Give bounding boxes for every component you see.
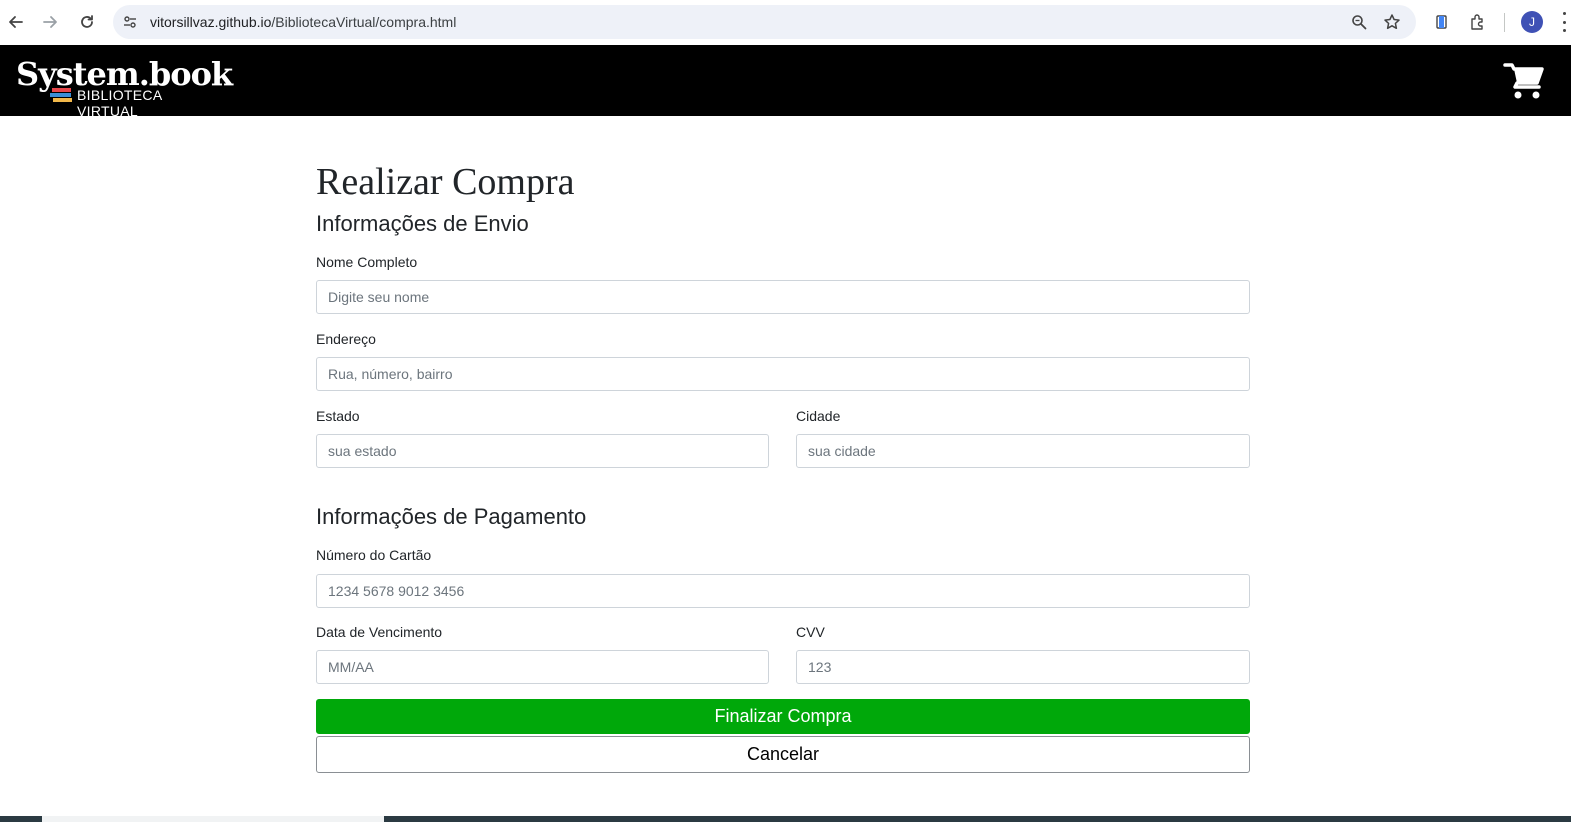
zoom-icon[interactable] [1349,12,1369,32]
browser-toolbar: vitorsillvaz.github.io/BibliotecaVirtual… [0,0,1571,45]
cart-icon[interactable] [1503,61,1547,101]
logo-subtitle: BIBLIOTECA VIRTUAL [77,87,162,119]
card-number-input[interactable] [316,574,1250,608]
forward-icon[interactable] [38,10,62,34]
logo-title: System.book [16,55,233,93]
cvv-label: CVV [796,624,825,640]
address-label: Endereço [316,331,376,347]
site-settings-icon[interactable] [120,12,140,32]
cancel-button[interactable]: Cancelar [316,736,1250,773]
card-number-label: Número do Cartão [316,547,432,563]
profile-avatar[interactable]: J [1521,11,1543,33]
city-input[interactable] [796,434,1250,468]
reading-list-icon[interactable] [1430,10,1454,34]
site-header: System.book BIBLIOTECA VIRTUAL [0,45,1571,119]
bookmark-star-icon[interactable] [1382,12,1402,32]
name-label: Nome Completo [316,254,418,270]
expiry-input[interactable] [316,650,769,684]
expiry-label: Data de Vencimento [316,624,443,640]
state-label: Estado [316,408,360,424]
site-logo[interactable]: System.book BIBLIOTECA VIRTUAL [16,57,233,119]
payment-heading: Informações de Pagamento [316,504,587,529]
finalize-purchase-button[interactable]: Finalizar Compra [316,699,1250,734]
address-input[interactable] [316,357,1250,391]
shipping-heading: Informações de Envio [316,211,529,236]
reload-icon[interactable] [75,10,99,34]
toolbar-divider [1504,13,1505,32]
bottom-edge [0,816,1571,822]
city-label: Cidade [796,408,841,424]
address-bar[interactable]: vitorsillvaz.github.io/BibliotecaVirtual… [113,5,1416,39]
cvv-input[interactable] [796,650,1250,684]
name-input[interactable] [316,280,1250,314]
books-icon [50,88,72,102]
url-host: vitorsillvaz.github.io [150,14,272,30]
extensions-icon[interactable] [1466,10,1490,34]
menu-icon[interactable] [1561,12,1567,32]
state-input[interactable] [316,434,769,468]
back-icon[interactable] [4,10,28,34]
page-title: Realizar Compra [316,161,575,203]
url-text[interactable]: vitorsillvaz.github.io/BibliotecaVirtual… [150,14,456,30]
url-path: /BibliotecaVirtual/compra.html [271,14,457,30]
